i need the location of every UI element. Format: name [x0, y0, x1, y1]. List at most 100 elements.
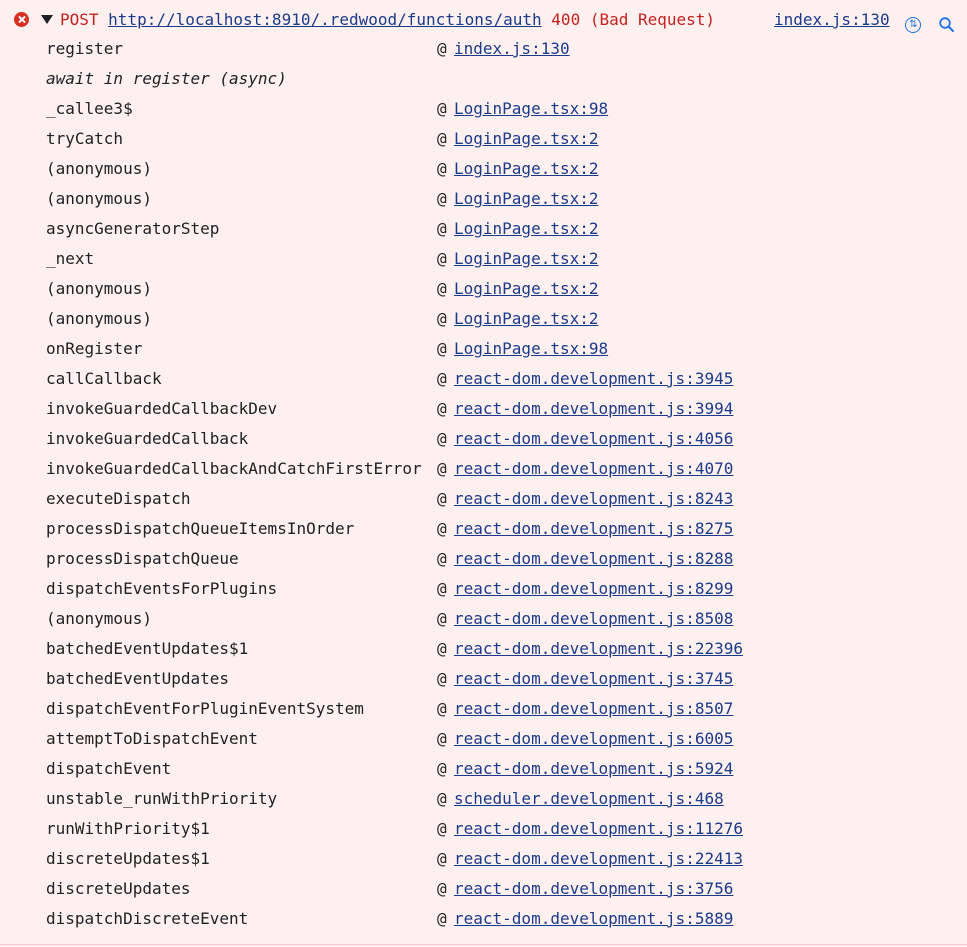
at-symbol: @ — [437, 159, 447, 178]
stack-frame-function: processDispatchQueueItemsInOrder — [46, 519, 355, 538]
at-symbol: @ — [437, 219, 447, 238]
stack-frame: onRegister @ LoginPage.tsx:98 — [0, 334, 967, 364]
stack-frame-source-link[interactable]: react-dom.development.js:8288 — [454, 544, 733, 574]
stack-frame-source-link[interactable]: LoginPage.tsx:2 — [454, 274, 599, 304]
stack-frame-function: executeDispatch — [46, 489, 191, 508]
stack-frame-source-link[interactable]: react-dom.development.js:22413 — [454, 844, 743, 874]
stack-frame-function: dispatchEventsForPlugins — [46, 579, 278, 598]
stack-frame-function: batchedEventUpdates — [46, 669, 230, 688]
stack-frame-source-link[interactable]: react-dom.development.js:11276 — [454, 814, 743, 844]
stack-frame-function: _next — [46, 249, 95, 268]
at-symbol: @ — [437, 849, 447, 868]
stack-frame: batchedEventUpdates @ react-dom.developmen… — [0, 664, 967, 694]
expand-caret-icon[interactable] — [41, 15, 53, 24]
stack-frame-function: (anonymous) — [46, 189, 152, 208]
at-symbol: @ — [437, 399, 447, 418]
request-url-link[interactable]: http://localhost:8910/.redwood/functions… — [108, 10, 541, 29]
at-symbol: @ — [437, 189, 447, 208]
at-symbol: @ — [437, 129, 447, 148]
stack-frame-source-link[interactable]: react-dom.development.js:5889 — [454, 904, 733, 934]
stack-frame-source-link[interactable]: react-dom.development.js:5924 — [454, 754, 733, 784]
at-symbol: @ — [437, 579, 447, 598]
at-symbol: @ — [437, 699, 447, 718]
search-icon[interactable] — [938, 16, 956, 34]
stack-frame-source-link[interactable]: react-dom.development.js:3745 — [454, 664, 733, 694]
stack-frame-source-link[interactable]: LoginPage.tsx:2 — [454, 154, 599, 184]
at-symbol: @ — [437, 279, 447, 298]
stack-frame: invokeGuardedCallbackAndCatchFirstError @… — [0, 454, 967, 484]
stack-frame-source-link[interactable]: react-dom.development.js:3945 — [454, 364, 733, 394]
source-link[interactable]: index.js:130 — [774, 10, 890, 30]
stack-frame: processDispatchQueueItemsInOrder @ react-d… — [0, 514, 967, 544]
stack-frame-function: discreteUpdates$1 — [46, 849, 210, 868]
stack-frame-function: register — [46, 39, 124, 58]
error-header: POST http://localhost:8910/.redwood/func… — [0, 6, 967, 34]
stack-frame-source-link[interactable]: react-dom.development.js:8275 — [454, 514, 733, 544]
stack-frame-source-link[interactable]: index.js:130 — [454, 34, 570, 64]
stack-frame: (anonymous) @ LoginPage.tsx:2 — [0, 154, 967, 184]
stack-frame-source-link[interactable]: react-dom.development.js:8508 — [454, 604, 733, 634]
at-symbol: @ — [437, 669, 447, 688]
stack-frame-source-link[interactable]: react-dom.development.js:4070 — [454, 454, 733, 484]
stack-frame-function: dispatchEventForPluginEventSystem — [46, 699, 364, 718]
stack-frame-function: discreteUpdates — [46, 879, 191, 898]
at-symbol: @ — [437, 639, 447, 658]
stack-frame-function: callCallback — [46, 369, 162, 388]
stack-frame-source-link[interactable]: LoginPage.tsx:2 — [454, 244, 599, 274]
stack-frame-function: dispatchDiscreteEvent — [46, 909, 249, 928]
at-symbol: @ — [437, 819, 447, 838]
at-symbol: @ — [437, 249, 447, 268]
stack-frame: tryCatch @ LoginPage.tsx:2 — [0, 124, 967, 154]
stack-frame-source-link[interactable]: LoginPage.tsx:98 — [454, 334, 608, 364]
stack-frame: discreteUpdates$1 @ react-dom.development.… — [0, 844, 967, 874]
stack-frame: invokeGuardedCallbackDev @ react-dom.devel… — [0, 394, 967, 424]
at-symbol: @ — [437, 309, 447, 328]
at-symbol: @ — [437, 789, 447, 808]
stack-frame: runWithPriority$1 @ react-dom.development.… — [0, 814, 967, 844]
stack-frame: (anonymous) @ LoginPage.tsx:2 — [0, 274, 967, 304]
request-method: POST — [60, 10, 99, 29]
stack-frame-function: dispatchEvent — [46, 759, 172, 778]
stack-frame: callCallback @ react-dom.development.js:39… — [0, 364, 967, 394]
stack-frame-function: processDispatchQueue — [46, 549, 239, 568]
at-symbol: @ — [437, 519, 447, 538]
at-symbol: @ — [437, 549, 447, 568]
stack-frame: dispatchEvent @ react-dom.development.js:5… — [0, 754, 967, 784]
stack-frame-source-link[interactable]: react-dom.development.js:4056 — [454, 424, 733, 454]
stack-frame-source-link[interactable]: scheduler.development.js:468 — [454, 784, 724, 814]
request-summary: POST http://localhost:8910/.redwood/func… — [60, 10, 715, 30]
stack-frame: _callee3$ @ LoginPage.tsx:98 — [0, 94, 967, 124]
stack-frame-source-link[interactable]: react-dom.development.js:3756 — [454, 874, 733, 904]
network-request-icon[interactable]: ⇅ — [905, 17, 921, 33]
at-symbol: @ — [437, 339, 447, 358]
at-symbol: @ — [437, 99, 447, 118]
stack-frame-source-link[interactable]: LoginPage.tsx:2 — [454, 304, 599, 334]
stack-frame-function: (anonymous) — [46, 279, 152, 298]
stack-frame-source-link[interactable]: LoginPage.tsx:2 — [454, 184, 599, 214]
stack-frame: invokeGuardedCallback @ react-dom.developm… — [0, 424, 967, 454]
stack-frame-source-link[interactable]: react-dom.development.js:8507 — [454, 694, 733, 724]
stack-frame-source-link[interactable]: react-dom.development.js:8299 — [454, 574, 733, 604]
stack-frame-source-link[interactable]: LoginPage.tsx:2 — [454, 214, 599, 244]
stack-frame-source-link[interactable]: react-dom.development.js:3994 — [454, 394, 733, 424]
stack-frame-source-link[interactable]: react-dom.development.js:6005 — [454, 724, 733, 754]
at-symbol: @ — [437, 609, 447, 628]
stack-frame-function: attemptToDispatchEvent — [46, 729, 258, 748]
stack-frame: (anonymous) @ react-dom.development.js:850… — [0, 604, 967, 634]
stack-frame-function: tryCatch — [46, 129, 124, 148]
stack-frame-function: invokeGuardedCallbackDev — [46, 399, 278, 418]
stack-frame-function: batchedEventUpdates$1 — [46, 639, 249, 658]
stack-frame-source-link[interactable]: react-dom.development.js:8243 — [454, 484, 733, 514]
stack-frame-source-link[interactable]: react-dom.development.js:22396 — [454, 634, 743, 664]
at-symbol: @ — [437, 879, 447, 898]
stack-frame-function: unstable_runWithPriority — [46, 789, 278, 808]
stack-frame-function: onRegister — [46, 339, 143, 358]
stack-frame-function: invokeGuardedCallbackAndCatchFirstError — [46, 459, 422, 478]
at-symbol: @ — [437, 489, 447, 508]
stack-frame: (anonymous) @ LoginPage.tsx:2 — [0, 304, 967, 334]
stack-frame: dispatchEventsForPlugins @ react-dom.devel… — [0, 574, 967, 604]
stack-frame-source-link[interactable]: LoginPage.tsx:2 — [454, 124, 599, 154]
stack-frame-function: (anonymous) — [46, 309, 152, 328]
stack-frame-function: _callee3$ — [46, 99, 133, 118]
stack-frame-source-link[interactable]: LoginPage.tsx:98 — [454, 94, 608, 124]
